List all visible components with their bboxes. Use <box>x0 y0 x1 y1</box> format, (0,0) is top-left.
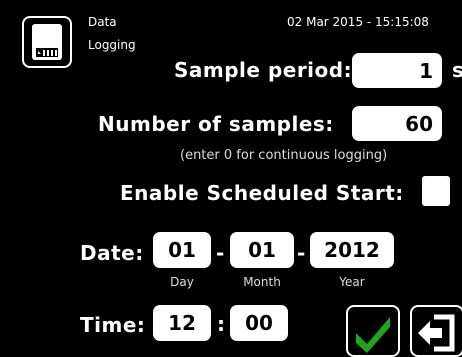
header-title-line1: Data <box>88 15 117 29</box>
date-separator: - <box>297 241 306 265</box>
date-separator: - <box>216 241 225 265</box>
number-of-samples-input[interactable]: 60 <box>352 106 442 141</box>
time-label: Time: <box>80 313 146 337</box>
sample-period-value: 1 <box>419 58 433 83</box>
time-minute-value: 00 <box>245 311 273 335</box>
time-hour-input[interactable]: 12 <box>153 305 211 341</box>
date-day-input[interactable]: 01 <box>153 232 211 268</box>
data-logging-icon[interactable] <box>22 16 72 68</box>
date-month-caption: Month <box>243 275 281 289</box>
sample-period-input[interactable]: 1 <box>352 53 442 88</box>
date-day-value: 01 <box>168 238 196 262</box>
continuous-logging-hint: (enter 0 for continuous logging) <box>180 148 388 163</box>
number-of-samples-label: Number of samples: <box>98 112 334 136</box>
checkmark-icon <box>356 317 390 353</box>
date-label: Date: <box>80 241 144 265</box>
date-year-caption: Year <box>339 275 365 289</box>
scheduled-start-checkbox[interactable] <box>422 176 450 206</box>
number-of-samples-value: 60 <box>405 111 433 136</box>
time-separator: : <box>217 312 225 336</box>
date-day-caption: Day <box>170 275 194 289</box>
confirm-button[interactable] <box>346 305 400 357</box>
date-year-input[interactable]: 2012 <box>310 232 394 268</box>
time-hour-value: 12 <box>168 311 196 335</box>
exit-icon <box>418 314 455 352</box>
date-month-input[interactable]: 01 <box>230 232 294 268</box>
time-minute-input[interactable]: 00 <box>230 305 288 341</box>
scheduled-start-label: Enable Scheduled Start: <box>120 181 404 205</box>
date-year-value: 2012 <box>324 238 380 262</box>
sample-period-unit: s <box>452 58 462 82</box>
date-month-value: 01 <box>248 238 276 262</box>
exit-button[interactable] <box>410 305 462 357</box>
sample-period-label: Sample period: <box>174 58 353 82</box>
header-title-line2: Logging <box>88 38 136 52</box>
header-datetime: 02 Mar 2015 - 15:15:08 <box>287 15 429 29</box>
